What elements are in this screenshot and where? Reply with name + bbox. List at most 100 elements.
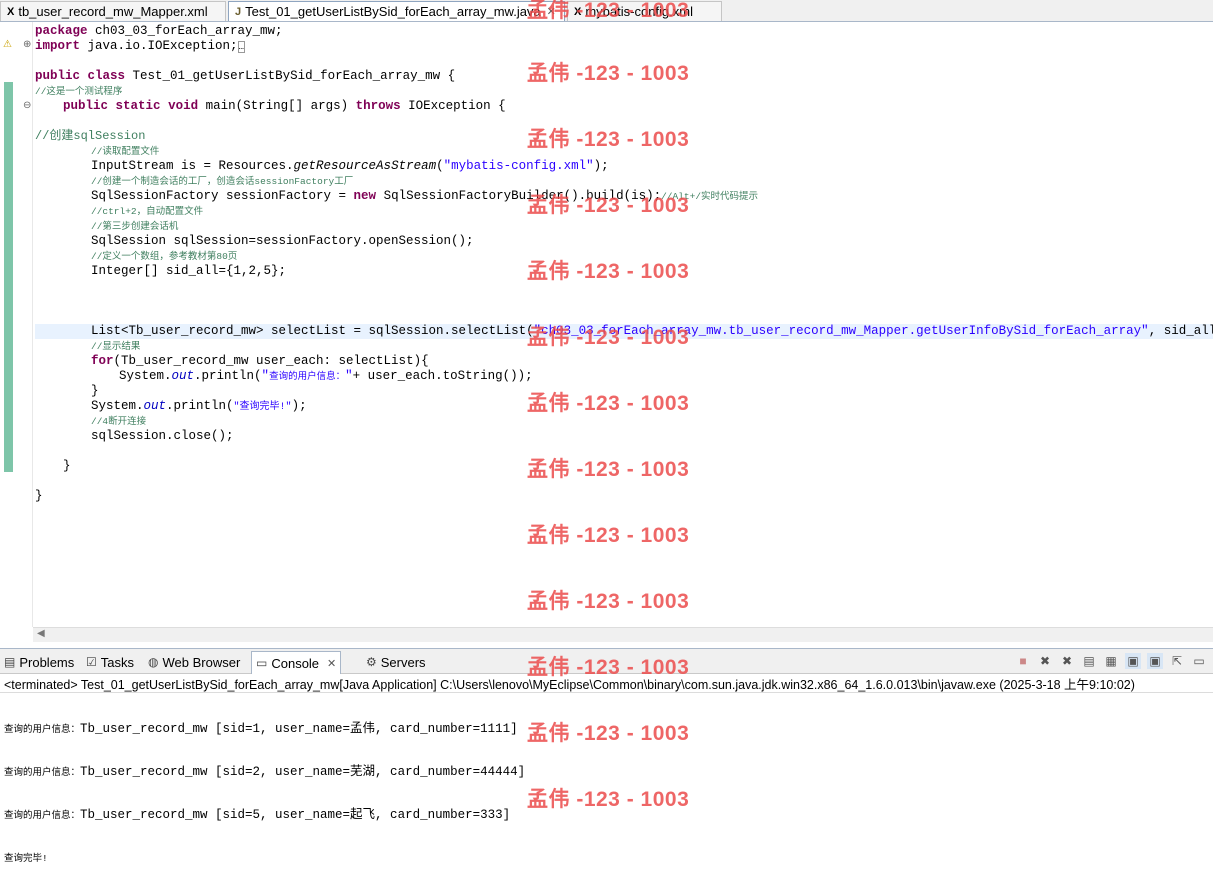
code-comment: //ctrl+2，自动配置文件 [91,206,204,217]
code-comment: //4断开连接 [91,416,147,427]
watermark: 孟伟 -123 - 1003 [527,458,690,481]
watermark: 孟伟 -123 - 1003 [527,260,690,283]
code-keyword: package [35,24,88,38]
code-comment: //显示结果 [91,341,141,352]
open-console-icon[interactable]: ▭ [1191,653,1207,669]
console-row: Tb_user_record_mw [sid=1, user_name=孟伟, … [80,722,518,736]
scroll-lock-icon[interactable]: ▦ [1103,653,1119,669]
globe-icon: ◍ [148,655,159,669]
code-keyword: import [35,39,81,53]
code-keyword: throws [355,99,401,113]
watermark: 孟伟 -123 - 1003 [527,128,690,151]
code-line: Test_01_getUserListBySid_forEach_array_m… [125,69,456,83]
tab-web-browser[interactable]: ◍ Web Browser [148,652,240,672]
code-line: List<Tb_user_record_mw> selectList = sql… [91,324,534,338]
watermark: 孟伟 -123 - 1003 [527,0,690,22]
code-string: "查询完毕!" [233,402,292,413]
code-line: (Tb_user_record_mw user_each: selectList… [113,354,429,368]
code-line: System. [119,369,172,383]
change-bar [4,82,13,472]
code-keyword: void [168,99,199,113]
code-string: 查询的用户信息： [269,371,346,382]
code-line: ); [593,159,609,173]
console-done: 查询完毕! [4,853,48,864]
code-line: System. [91,399,144,413]
show-stderr-icon[interactable]: ▣ [1147,653,1163,669]
watermark: 孟伟 -123 - 1003 [527,62,690,85]
console-row: Tb_user_record_mw [sid=5, user_name=起飞, … [80,808,511,822]
tab-label: Console [271,655,320,671]
code-line: Integer[] sid_all={1,2,5}; [91,264,287,278]
tab-label: Problems [19,654,75,670]
xml-file-icon: X [7,5,15,18]
tab-label: Tasks [100,654,134,670]
tab-servers[interactable]: ⚙ Servers [366,652,426,672]
console-prefix: 查询的用户信息： [4,810,81,821]
code-method: getResourceAsStream [293,159,437,173]
problems-icon: ▤ [4,655,16,669]
pin-console-icon[interactable]: ⇱ [1169,653,1185,669]
code-line: sqlSession.close(); [91,429,234,443]
code-field: out [143,399,167,413]
code-line: + user_each.toString()); [352,369,533,383]
console-line: 查询的用户信息：Tb_user_record_mw [sid=2, user_n… [4,765,525,780]
code-keyword: class [87,69,126,83]
code-keyword: for [91,354,114,368]
console-prefix: 查询的用户信息： [4,724,81,735]
terminate-icon[interactable]: ■ [1015,653,1031,669]
console-line: 查询的用户信息：Tb_user_record_mw [sid=5, user_n… [4,808,525,823]
collapse-icon[interactable]: ⊖ [23,100,31,111]
remove-all-icon[interactable]: ✖ [1059,653,1075,669]
code-line: ); [291,399,307,413]
servers-icon: ⚙ [366,655,377,669]
tab-label: tb_user_record_mw_Mapper.xml [18,4,208,19]
watermark: 孟伟 -123 - 1003 [527,788,690,811]
code-comment: //这是一个测试程序 [35,86,123,97]
watermark: 孟伟 -123 - 1003 [527,524,690,547]
watermark: 孟伟 -123 - 1003 [527,722,690,745]
code-line: IOException { [400,99,506,113]
tab-label: Servers [380,654,426,670]
remove-launch-icon[interactable]: ✖ [1037,653,1053,669]
scroll-left-icon[interactable]: ◀ [37,628,45,639]
show-stdout-icon[interactable]: ▣ [1125,653,1141,669]
console-prefix: 查询的用户信息： [4,767,81,778]
code-line: SqlSession sqlSession=sessionFactory.ope… [91,234,474,248]
code-keyword: public [35,69,81,83]
clear-console-icon[interactable]: ▤ [1081,653,1097,669]
tab-test-java[interactable]: J Test_01_getUserListBySid_forEach_array… [228,1,565,21]
watermark: 孟伟 -123 - 1003 [527,194,690,217]
console-icon: ▭ [256,656,268,670]
tab-tasks[interactable]: ☑ Tasks [86,652,134,672]
code-comment: //第三步创建会话机 [91,221,179,232]
code-line: main(String[] args) [198,99,356,113]
tab-console[interactable]: ▭ Console ✕ [251,651,342,674]
code-comment: //创建一个制造会话的工厂，创造会话sessionFactory工厂 [91,176,354,187]
code-string: "mybatis-config.xml" [443,159,594,173]
console-line: 查询的用户信息：Tb_user_record_mw [sid=1, user_n… [4,722,525,737]
watermark: 孟伟 -123 - 1003 [527,590,690,613]
close-icon[interactable]: ✕ [327,657,336,670]
code-line: } [35,489,43,503]
warning-icon[interactable]: ⚠ [3,39,12,50]
code-line: ( [436,159,444,173]
tasks-icon: ☑ [86,655,97,669]
code-line: InputStream is = Resources. [91,159,294,173]
code-comment: //创建sqlSession [35,129,146,143]
code-string: " [261,369,270,383]
console-output[interactable]: 查询的用户信息：Tb_user_record_mw [sid=1, user_n… [4,694,525,880]
watermark: 孟伟 -123 - 1003 [527,656,690,679]
code-line: ch03_03_forEach_array_mw; [87,24,283,38]
code-comment: //读取配置文件 [91,146,160,157]
code-comment: //定义一个数组，参考教材第80页 [91,251,238,262]
tab-label: Test_01_getUserListBySid_forEach_array_m… [245,4,541,19]
horizontal-scrollbar[interactable]: ◀ [33,627,1213,642]
expand-icon[interactable]: ⊕ [23,39,31,50]
code-line: java.io.IOException; [80,39,238,53]
code-line: } [91,384,99,398]
tab-mapper-xml[interactable]: X tb_user_record_mw_Mapper.xml [0,1,226,21]
java-file-icon: J [235,5,242,18]
code-keyword: static [115,99,161,113]
code-line: SqlSessionFactory sessionFactory = [91,189,354,203]
tab-problems[interactable]: ▤ Problems [4,652,74,672]
